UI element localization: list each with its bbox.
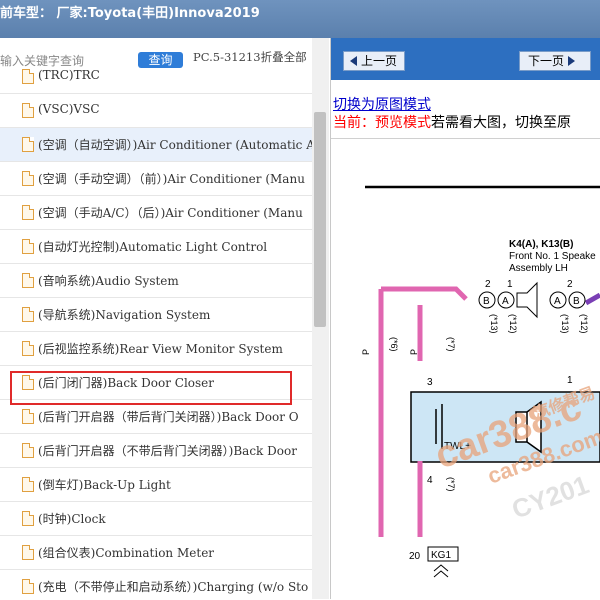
pin-letter: B bbox=[483, 296, 490, 307]
document-icon bbox=[22, 103, 34, 118]
connector-label: KG1 bbox=[431, 550, 451, 561]
pin-letter: B bbox=[573, 296, 580, 307]
document-icon bbox=[22, 205, 34, 220]
wire-code: (*12) bbox=[579, 314, 589, 334]
wire-code: (*7) bbox=[446, 477, 456, 492]
title-bar: 前车型： 厂家:Toyota(丰田)Innova2019 bbox=[0, 0, 600, 38]
pin-label: 20 bbox=[409, 551, 421, 562]
right-panel: 上一页 下一页 切换为原图模式 当前：预览模式若需看大图，切换至原 K4(A),… bbox=[331, 38, 600, 599]
wire-code: (*12) bbox=[508, 314, 518, 334]
wire-color: P bbox=[361, 349, 371, 355]
document-icon bbox=[22, 579, 34, 594]
vertical-scrollbar[interactable] bbox=[312, 38, 329, 599]
collapse-all-label[interactable]: PC.5-31213折叠全部 bbox=[193, 49, 307, 65]
left-panel: 输入关键字查询 查询 PC.5-31213折叠全部 (TRC)TRC (VSC)… bbox=[0, 38, 331, 599]
component-desc-1: Front No. 1 Speake bbox=[509, 251, 596, 262]
wire-purple bbox=[584, 292, 600, 306]
document-icon bbox=[22, 307, 34, 322]
list-item[interactable]: (充电（不带停止和启动系统）)Charging (w/o Sto bbox=[0, 570, 312, 599]
document-icon bbox=[22, 477, 34, 492]
pin-letter: A bbox=[502, 296, 509, 307]
pin-label: 3 bbox=[427, 377, 433, 388]
wiring-diagram[interactable]: K4(A), K13(B) Front No. 1 Speake Assembl… bbox=[331, 138, 600, 600]
document-icon bbox=[22, 137, 34, 152]
document-icon bbox=[22, 69, 34, 84]
prev-page-button[interactable]: 上一页 bbox=[343, 51, 405, 71]
vehicle-title: 前车型： 厂家:Toyota(丰田)Innova2019 bbox=[0, 6, 260, 21]
arrow-left-icon bbox=[350, 56, 357, 66]
page-nav-bar: 上一页 下一页 bbox=[331, 38, 600, 80]
list-item[interactable]: (倒车灯)Back-Up Light bbox=[0, 468, 312, 502]
pin-letter: A bbox=[554, 296, 561, 307]
document-icon bbox=[22, 171, 34, 186]
wire-color: P bbox=[409, 349, 419, 355]
document-icon bbox=[22, 409, 34, 424]
switch-original-mode-link[interactable]: 切换为原图模式 bbox=[333, 94, 431, 114]
highlight-box bbox=[10, 371, 292, 405]
document-icon bbox=[22, 545, 34, 560]
speaker-icon bbox=[516, 281, 538, 319]
list-item[interactable]: (时钟)Clock bbox=[0, 502, 312, 536]
search-input[interactable]: 输入关键字查询 bbox=[0, 52, 84, 69]
list-item[interactable]: (导航系统)Navigation System bbox=[0, 298, 312, 332]
current-mode-text: 当前：预览模式若需看大图，切换至原 bbox=[333, 115, 571, 131]
pin-label: 1 bbox=[567, 375, 573, 386]
list-item[interactable]: (VSC)VSC bbox=[0, 94, 312, 128]
pin-label: 1 bbox=[507, 279, 513, 290]
arrow-right-icon bbox=[568, 56, 576, 66]
document-icon bbox=[22, 341, 34, 356]
scrollbar-thumb[interactable] bbox=[314, 112, 326, 327]
list-item[interactable]: (音响系统)Audio System bbox=[0, 264, 312, 298]
list-item[interactable]: (组合仪表)Combination Meter bbox=[0, 536, 312, 570]
list-item[interactable]: (空调（手动A/C）（后）)Air Conditioner (Manu bbox=[0, 196, 312, 230]
document-icon bbox=[22, 443, 34, 458]
document-icon bbox=[22, 511, 34, 526]
pin-label: 4 bbox=[427, 475, 433, 486]
pin-label: 2 bbox=[485, 279, 491, 290]
connector-arrow-icon bbox=[433, 564, 449, 578]
list-item[interactable]: (后背门开启器（不带后背门关闭器）)Back Door bbox=[0, 434, 312, 468]
list-item-rear-view-monitor[interactable]: (后视监控系统)Rear View Monitor System bbox=[0, 332, 312, 366]
list-item[interactable]: (后背门开启器（带后背门关闭器）)Back Door O bbox=[0, 400, 312, 434]
wire-code: (*6) bbox=[389, 337, 399, 352]
next-page-button[interactable]: 下一页 bbox=[519, 51, 591, 71]
list-item[interactable]: (TRC)TRC bbox=[0, 68, 312, 94]
pin-label: 2 bbox=[567, 279, 573, 290]
wire-code: (*13) bbox=[489, 314, 499, 334]
list-item[interactable]: (自动灯光控制)Automatic Light Control bbox=[0, 230, 312, 264]
wire-code: (*7) bbox=[446, 337, 456, 352]
component-desc-2: Assembly LH bbox=[509, 263, 568, 274]
wire-code: (*13) bbox=[560, 314, 570, 334]
search-button[interactable]: 查询 bbox=[138, 52, 183, 68]
system-tree-list: (TRC)TRC (VSC)VSC (空调（自动空调）)Air Conditio… bbox=[0, 68, 312, 599]
component-label: K4(A), K13(B) bbox=[509, 239, 573, 250]
document-icon bbox=[22, 239, 34, 254]
list-item[interactable]: (空调（自动空调）)Air Conditioner (Automatic A bbox=[0, 128, 312, 162]
list-item[interactable]: (空调（手动空调）（前）)Air Conditioner (Manu bbox=[0, 162, 312, 196]
document-icon bbox=[22, 273, 34, 288]
